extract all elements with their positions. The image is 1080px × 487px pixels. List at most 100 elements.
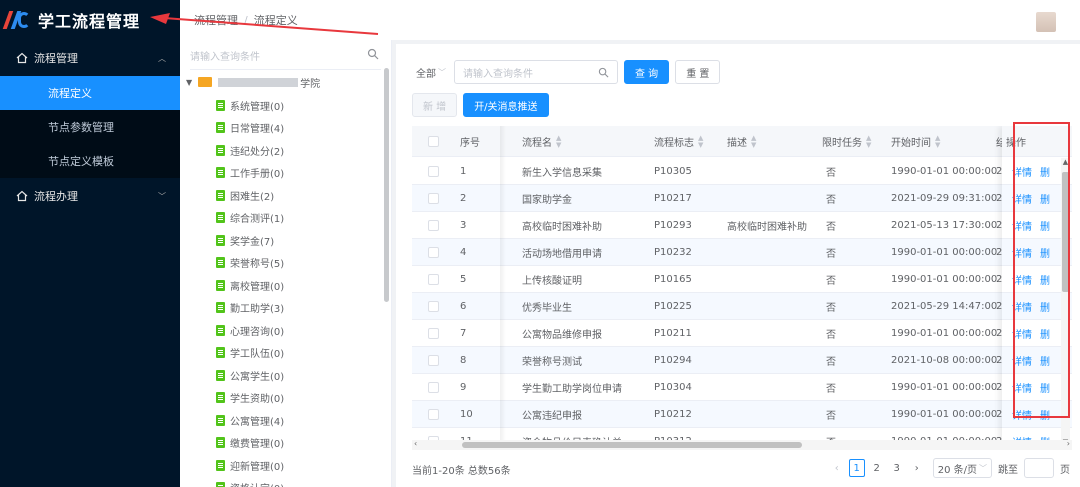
tree-node[interactable]: 困难生(2) xyxy=(180,184,391,207)
jump-page-input[interactable] xyxy=(1024,458,1054,478)
scroll-up-icon[interactable]: ▲ xyxy=(1061,158,1070,166)
detail-link[interactable]: 详情 xyxy=(1012,191,1032,206)
row-checkbox[interactable] xyxy=(428,401,439,428)
table-row[interactable]: 3 高校临时困难补助 P10293 高校临时困难补助 否 2021-05-13 17:30… xyxy=(412,212,1072,239)
delete-link[interactable]: 删 xyxy=(1040,407,1050,422)
tree-node[interactable]: 荣誉称号(5) xyxy=(180,252,391,275)
row-checkbox[interactable] xyxy=(428,320,439,347)
menu-group-process-handling[interactable]: 流程办理 ﹀ xyxy=(0,178,180,214)
tree-node[interactable]: 缴费管理(0) xyxy=(180,432,391,455)
sidebar-item-node-params[interactable]: 节点参数管理 xyxy=(0,110,180,144)
table-row[interactable]: 6 优秀毕业生 P10225 否 2021-05-29 14:47:00 2 xyxy=(412,293,1072,320)
table-row[interactable]: 1 新生入学信息采集 P10305 否 1990-01-01 00:00:00 2 xyxy=(412,158,1072,185)
row-checkbox[interactable] xyxy=(428,185,439,212)
table-row[interactable]: 10 公寓违纪申报 P10212 否 1990-01-01 00:00:00 2 xyxy=(412,401,1072,428)
scroll-right-icon[interactable]: › xyxy=(1067,439,1070,448)
row-checkbox[interactable] xyxy=(428,212,439,239)
query-input[interactable]: 请输入查询条件 xyxy=(454,60,618,84)
add-button[interactable]: 新 增 xyxy=(412,93,458,117)
detail-link[interactable]: 详情 xyxy=(1012,380,1032,395)
tree-node[interactable]: 违纪处分(2) xyxy=(180,139,391,162)
page-2[interactable]: 2 xyxy=(869,459,885,477)
query-button[interactable]: 查 询 xyxy=(624,60,670,84)
delete-link[interactable]: 删 xyxy=(1040,353,1050,368)
delete-link[interactable]: 删 xyxy=(1040,380,1050,395)
delete-link[interactable]: 删 xyxy=(1040,191,1050,206)
row-checkbox[interactable] xyxy=(428,374,439,401)
tree-node[interactable]: 工作手册(0) xyxy=(180,162,391,185)
sidebar-item-node-templates[interactable]: 节点定义模板 xyxy=(0,144,180,178)
sort-icon[interactable]: ▲ ▼ xyxy=(935,134,940,149)
scrollbar-thumb[interactable] xyxy=(1062,172,1069,292)
tree-node[interactable]: 迎新管理(0) xyxy=(180,454,391,477)
delete-link[interactable]: 删 xyxy=(1040,218,1050,233)
page-3[interactable]: 3 xyxy=(889,459,905,477)
sort-icon[interactable]: ▲ ▼ xyxy=(556,134,561,149)
row-checkbox[interactable] xyxy=(428,239,439,266)
caret-down-icon[interactable]: ▼ xyxy=(186,78,192,87)
page-1[interactable]: 1 xyxy=(848,459,865,477)
tree-node[interactable]: 资格认定(0) xyxy=(180,477,391,487)
detail-link[interactable]: 详情 xyxy=(1012,407,1032,422)
breadcrumb-parent[interactable]: 流程管理 xyxy=(194,12,238,28)
row-checkbox[interactable] xyxy=(428,158,439,185)
delete-link[interactable]: 删 xyxy=(1040,245,1050,260)
tree-node[interactable]: 心理咨询(0) xyxy=(180,319,391,342)
tree-search-input[interactable]: 请输入查询条件 xyxy=(190,42,381,70)
col-code[interactable]: 流程标志 ▲ ▼ xyxy=(654,126,703,157)
tree-scrollbar[interactable] xyxy=(384,68,389,302)
page-size-select[interactable]: 20 条/页 ﹀ xyxy=(932,458,992,478)
tree-node[interactable]: 公寓管理(4) xyxy=(180,409,391,432)
col-name[interactable]: 流程名 ▲ ▼ xyxy=(522,126,561,157)
next-page-icon[interactable]: › xyxy=(909,459,925,477)
delete-link[interactable]: 删 xyxy=(1040,164,1050,179)
table-row[interactable]: 9 学生勤工助学岗位申请 P10304 否 1990-01-01 00:00:00 2 xyxy=(412,374,1072,401)
table-vertical-scrollbar[interactable]: ▲ ▼ xyxy=(1061,158,1070,444)
scroll-left-icon[interactable]: ‹ xyxy=(414,439,417,448)
push-toggle-button[interactable]: 开/关消息推送 xyxy=(463,93,549,117)
col-limited[interactable]: 限时任务 ▲ ▼ xyxy=(822,126,871,157)
detail-link[interactable]: 详情 xyxy=(1012,245,1032,260)
col-desc[interactable]: 描述 ▲ ▼ xyxy=(727,126,756,157)
row-checkbox[interactable] xyxy=(428,293,439,320)
tree-node[interactable]: 综合测评(1) xyxy=(180,207,391,230)
tree-node[interactable]: 学工队伍(0) xyxy=(180,342,391,365)
table-row[interactable]: 4 活动场地借用申请 P10232 否 1990-01-01 00:00:00 2 xyxy=(412,239,1072,266)
detail-link[interactable]: 详情 xyxy=(1012,299,1032,314)
detail-link[interactable]: 详情 xyxy=(1012,353,1032,368)
scrollbar-thumb[interactable] xyxy=(462,442,802,448)
tree-node[interactable]: 离校管理(0) xyxy=(180,274,391,297)
select-all-checkbox[interactable] xyxy=(428,126,439,157)
col-start[interactable]: 开始时间 ▲ ▼ xyxy=(891,126,940,157)
table-horizontal-scrollbar[interactable]: ‹ › xyxy=(412,439,1072,450)
prev-page-icon[interactable]: ‹ xyxy=(829,459,845,477)
reset-button[interactable]: 重 置 xyxy=(675,60,721,84)
sort-icon[interactable]: ▲ ▼ xyxy=(751,134,756,149)
tree-node[interactable]: 日常管理(4) xyxy=(180,117,391,140)
tree-node[interactable]: 公寓学生(0) xyxy=(180,364,391,387)
delete-link[interactable]: 删 xyxy=(1040,272,1050,287)
delete-link[interactable]: 删 xyxy=(1040,299,1050,314)
table-row[interactable]: 2 国家助学金 P10217 否 2021-09-29 09:31:00 2 xyxy=(412,185,1072,212)
tree-node[interactable]: 学生资助(0) xyxy=(180,387,391,410)
row-checkbox[interactable] xyxy=(428,266,439,293)
table-row[interactable]: 8 荣誉称号测试 P10294 否 2021-10-08 00:00:00 2 xyxy=(412,347,1072,374)
delete-link[interactable]: 删 xyxy=(1040,326,1050,341)
table-row[interactable]: 5 上传核酸证明 P10165 否 1990-01-01 00:00:00 2 xyxy=(412,266,1072,293)
avatar[interactable] xyxy=(1036,12,1056,32)
detail-link[interactable]: 详情 xyxy=(1012,218,1032,233)
sort-icon[interactable]: ▲ ▼ xyxy=(698,134,703,149)
tree-root-node[interactable]: ▼ 学院 xyxy=(180,70,391,94)
scope-select[interactable]: 全部 ﹀ xyxy=(416,65,446,80)
tree-node[interactable]: 勤工助学(3) xyxy=(180,297,391,320)
table-row[interactable]: 7 公寓物品维修申报 P10211 否 1990-01-01 00:00:00 2 xyxy=(412,320,1072,347)
detail-link[interactable]: 详情 xyxy=(1012,164,1032,179)
row-checkbox[interactable] xyxy=(428,347,439,374)
detail-link[interactable]: 详情 xyxy=(1012,272,1032,287)
tree-node[interactable]: 系统管理(0) xyxy=(180,94,391,117)
search-icon[interactable] xyxy=(367,48,379,60)
sort-icon[interactable]: ▲ ▼ xyxy=(866,134,871,149)
menu-group-process-management[interactable]: 流程管理 ︿ xyxy=(0,40,180,76)
tree-node[interactable]: 奖学金(7) xyxy=(180,229,391,252)
detail-link[interactable]: 详情 xyxy=(1012,326,1032,341)
